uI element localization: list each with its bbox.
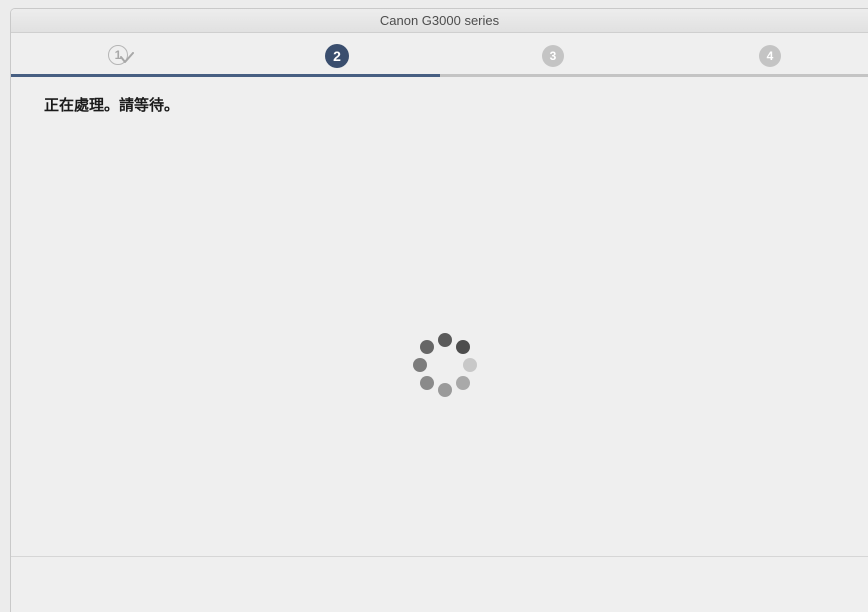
spinner-dot (455, 340, 470, 355)
spinner-dot (413, 358, 427, 372)
installer-window: Canon G3000 series 1 2 3 4 正在處理。請等待。 (10, 8, 868, 612)
footer-bar (11, 556, 868, 612)
step-2-active-icon: 2 (325, 44, 349, 68)
spinner-dot (463, 358, 477, 372)
spinner-dot (438, 383, 452, 397)
progress-fill (11, 74, 440, 77)
window-title: Canon G3000 series (11, 9, 868, 33)
spinner-dot (438, 333, 452, 347)
step-4-label: 4 (759, 45, 781, 67)
step-indicator: 1 2 3 4 (11, 33, 868, 77)
step-1-completed-check-icon: 1 (108, 44, 134, 68)
loading-spinner-icon (413, 333, 477, 397)
progress-track (11, 74, 868, 77)
step-4-pending-icon: 4 (758, 44, 782, 68)
spinner-dot (455, 375, 470, 390)
spinner-dot (420, 340, 435, 355)
processing-message: 正在處理。請等待。 (44, 97, 180, 114)
spinner-dot (420, 375, 435, 390)
step-3-pending-icon: 3 (541, 44, 565, 68)
step-3-label: 3 (542, 45, 564, 67)
step-2-label: 2 (325, 44, 349, 68)
